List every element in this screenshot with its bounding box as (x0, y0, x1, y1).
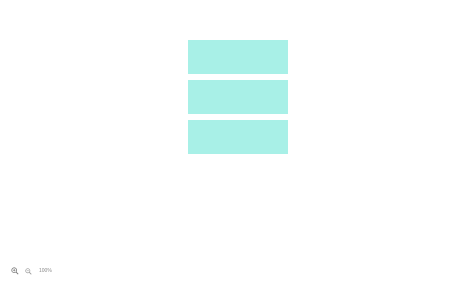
canvas-block-3[interactable] (188, 120, 288, 154)
zoom-controls: 100% (10, 265, 52, 277)
zoom-level: 100% (39, 268, 52, 274)
zoom-in-icon (11, 267, 19, 275)
zoom-out-icon (24, 267, 32, 275)
zoom-out-button[interactable] (23, 266, 33, 276)
canvas: 100% (0, 0, 474, 283)
canvas-block-1[interactable] (188, 40, 288, 74)
zoom-in-button[interactable] (10, 266, 20, 276)
canvas-block-2[interactable] (188, 80, 288, 114)
